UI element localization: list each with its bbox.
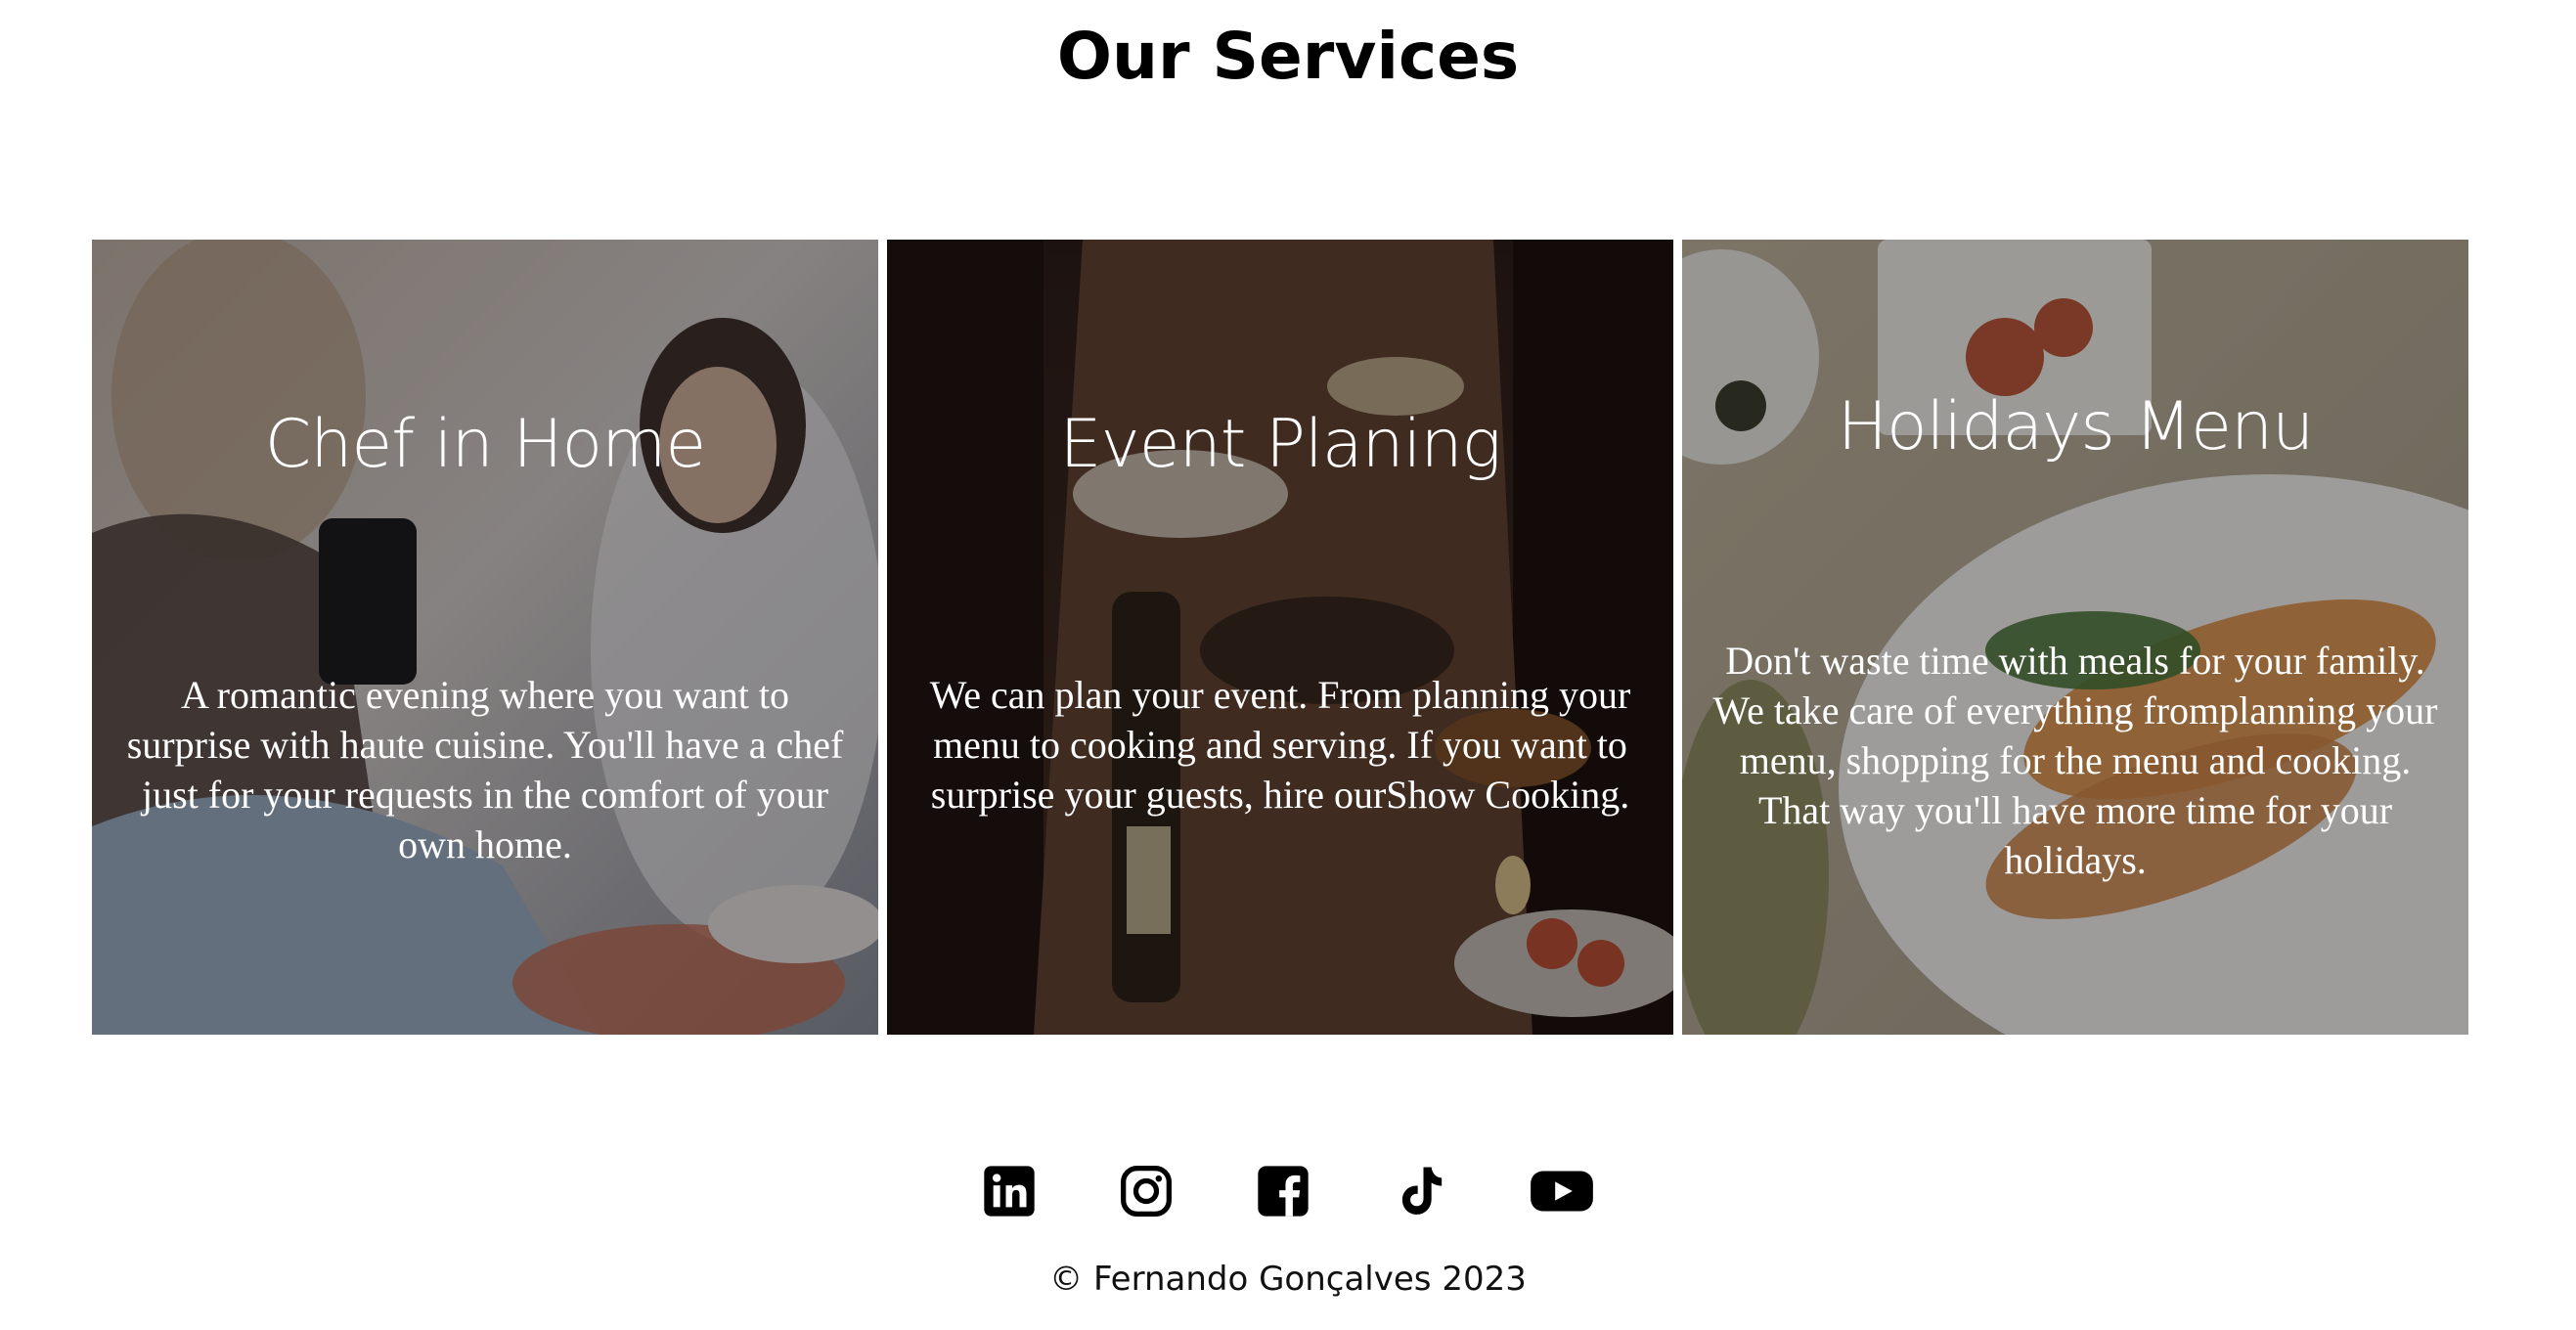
social-links — [0, 1164, 2576, 1219]
service-description: A romantic evening where you want to sur… — [126, 673, 844, 866]
service-description: Don't waste time with meals for your fam… — [1712, 639, 2438, 882]
tiktok-icon[interactable] — [1393, 1164, 1447, 1219]
service-description: We can plan your event. From planning yo… — [929, 673, 1631, 817]
service-card-holidays-menu: Holidays Menu Don't waste time with meal… — [1682, 240, 2468, 1035]
page-title: Our Services — [1056, 19, 1520, 94]
footer-copyright: © Fernando Gonçalves 2023 — [1049, 1260, 1527, 1299]
instagram-icon[interactable] — [1119, 1164, 1174, 1219]
linkedin-icon[interactable] — [982, 1164, 1037, 1219]
service-title: Event Planing — [1059, 406, 1502, 483]
service-title: Holidays Menu — [1837, 388, 2314, 466]
facebook-icon[interactable] — [1256, 1164, 1310, 1219]
youtube-icon[interactable] — [1530, 1164, 1594, 1219]
service-card-event-planing: Event Planing We can plan your event. Fr… — [887, 240, 1673, 1035]
service-card-chef-in-home: Chef in Home A romantic evening where yo… — [92, 240, 878, 1035]
services-cards: Chef in Home A romantic evening where yo… — [92, 240, 2468, 1035]
service-title: Chef in Home — [264, 406, 706, 483]
